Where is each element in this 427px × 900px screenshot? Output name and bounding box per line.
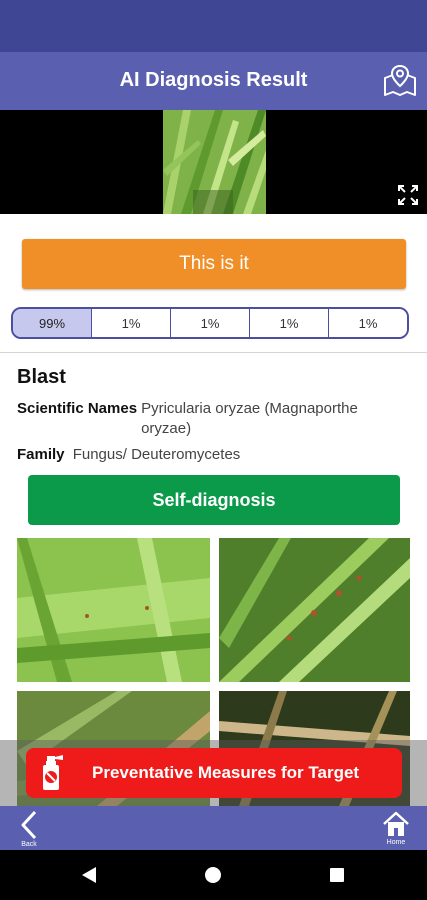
system-back-icon[interactable] xyxy=(80,866,98,884)
expand-icon[interactable] xyxy=(397,184,419,206)
spray-bottle-icon xyxy=(38,754,68,792)
self-diagnosis-button[interactable]: Self-diagnosis xyxy=(28,475,400,525)
home-button[interactable]: Home xyxy=(379,810,413,848)
candidate-tab-1[interactable]: 99% xyxy=(13,309,91,337)
home-icon xyxy=(383,811,409,836)
back-button[interactable]: Back xyxy=(12,810,46,848)
diagnosis-photo-area xyxy=(0,110,427,214)
app-bar: AI Diagnosis Result xyxy=(0,52,427,110)
bottom-nav: Back Home xyxy=(0,806,427,850)
scientific-names-label: Scientific Names xyxy=(17,400,138,417)
family-label: Family xyxy=(17,446,65,463)
family-value: Fungus/ Deuteromycetes xyxy=(72,446,241,463)
back-label: Back xyxy=(21,841,37,848)
candidate-tab-5[interactable]: 1% xyxy=(328,309,407,337)
page-title: AI Diagnosis Result xyxy=(119,69,308,91)
scientific-names-row: Scientific Names Pyricularia oryzae (Mag… xyxy=(17,399,397,439)
system-home-icon[interactable] xyxy=(205,867,221,883)
candidate-tab-3[interactable]: 1% xyxy=(170,309,249,337)
map-location-icon[interactable] xyxy=(381,62,419,100)
preventative-measures-button[interactable]: Preventative Measures for Target xyxy=(26,748,402,798)
system-recents-icon[interactable] xyxy=(330,868,344,882)
disease-name: Blast xyxy=(17,366,66,388)
preventative-measures-label: Preventative Measures for Target xyxy=(92,763,360,782)
home-label: Home xyxy=(386,839,406,846)
scientific-names-value: Pyricularia oryzae (Magnaporthe oryzae) xyxy=(141,400,358,437)
divider xyxy=(0,352,427,353)
disease-photo-1[interactable] xyxy=(17,538,210,682)
status-bar xyxy=(0,0,427,52)
family-row: Family Fungus/ Deuteromycetes xyxy=(17,445,240,465)
back-arrow-icon xyxy=(21,810,37,840)
candidate-tab-2[interactable]: 1% xyxy=(91,309,170,337)
disease-photo-2[interactable] xyxy=(219,538,410,682)
diagnosed-photo[interactable] xyxy=(163,110,266,214)
candidate-tabs: 99% 1% 1% 1% 1% xyxy=(11,307,409,339)
this-is-it-button[interactable]: This is it xyxy=(22,239,406,289)
system-nav-bar xyxy=(0,850,427,900)
candidate-tab-4[interactable]: 1% xyxy=(249,309,328,337)
